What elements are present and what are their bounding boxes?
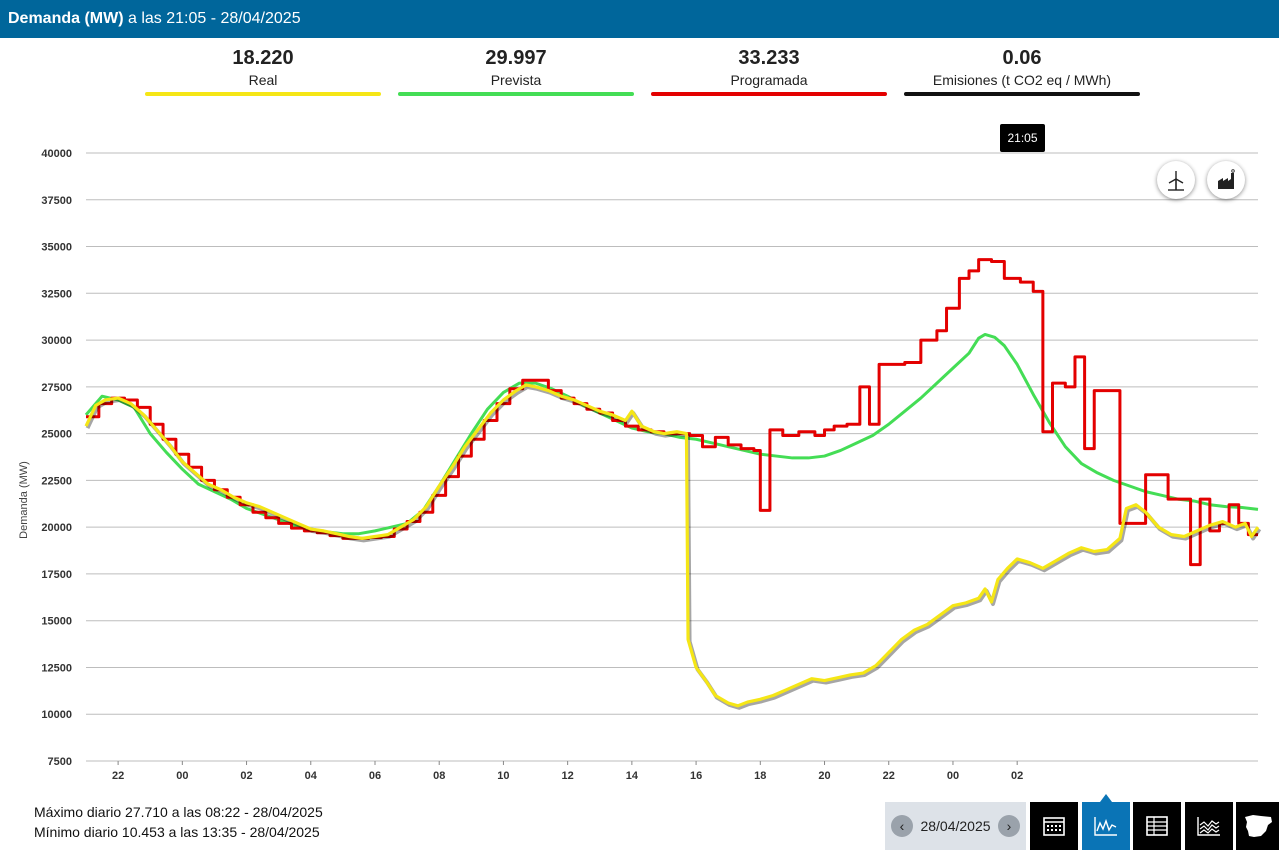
x-tick-label: 14 [626, 770, 639, 782]
metric-label: Prevista [490, 72, 542, 88]
area-chart-button[interactable] [1185, 802, 1233, 850]
demand-chart[interactable]: 40000 37500 35000 32500 30000 27500 25000 22500… [0, 100, 1279, 790]
metric-value: 33.233 [738, 47, 800, 69]
table-view-button[interactable] [1133, 802, 1181, 850]
y-tick-label: 15000 [41, 616, 72, 628]
x-tick-label: 12 [562, 770, 574, 782]
daily-stats: Máximo diario 27.710 a las 08:22 - 28/04… [34, 802, 323, 842]
x-tick-label: 10 [497, 770, 509, 782]
table-icon [1146, 816, 1168, 836]
x-tick-label: 20 [818, 770, 830, 782]
time-tooltip: 21:05 [1000, 124, 1045, 152]
daily-min: Mínimo diario 10.453 a las 13:35 - 28/04… [34, 824, 320, 840]
y-tick-label: 7500 [48, 756, 72, 768]
factory-filter-button[interactable] [1207, 161, 1245, 199]
x-tick-label: 02 [1011, 770, 1023, 782]
y-tick-label: 35000 [41, 242, 72, 254]
prev-date-button[interactable]: ‹ [891, 815, 913, 837]
x-tick-label: 22 [112, 770, 124, 782]
header-bar: Demanda (MW) a las 21:05 - 28/04/2025 [0, 0, 1279, 38]
series-line-programada [86, 258, 1258, 567]
metric-real[interactable]: 18.220 Real [145, 46, 381, 96]
line-chart-icon [1094, 817, 1117, 836]
metric-label: Emisiones (t CO2 eq / MWh) [932, 72, 1112, 88]
metric-label: Programada [730, 72, 808, 88]
y-tick-label: 20000 [41, 522, 72, 534]
wind-filter-button[interactable] [1157, 161, 1195, 199]
page-title: Demanda (MW) a las 21:05 - 28/04/2025 [8, 10, 301, 27]
calendar-icon [1043, 817, 1065, 836]
x-tick-label: 04 [305, 770, 318, 782]
wind-turbine-icon [1168, 171, 1184, 191]
metric-value: 29.997 [485, 47, 547, 69]
x-tick-label: 02 [240, 770, 252, 782]
metric-prevista[interactable]: 29.997 Prevista [398, 46, 634, 96]
metric-label: Real [248, 72, 278, 88]
y-tick-label: 17500 [41, 569, 72, 581]
date-navigator: ‹ 28/04/2025 › [885, 802, 1026, 850]
series-lines [84, 258, 1262, 710]
y-tick-label: 27500 [41, 382, 72, 394]
daily-max: Máximo diario 27.710 a las 08:22 - 28/04… [34, 804, 323, 820]
y-tick-label: 37500 [41, 195, 72, 207]
metric-programada[interactable]: 33.233 Programada [651, 46, 887, 96]
date-display[interactable]: 28/04/2025 [920, 818, 990, 834]
factory-icon [1218, 169, 1235, 189]
line-chart-button[interactable] [1082, 794, 1130, 850]
y-tick-label: 12500 [41, 662, 72, 674]
next-date-button[interactable]: › [997, 815, 1020, 837]
metric-emisiones[interactable]: 0.06 Emisiones (t CO2 eq / MWh) [904, 46, 1140, 96]
x-axis-ticks: 22 00 02 04 06 08 10 12 14 16 18 20 22 00 02 [112, 761, 1023, 782]
y-tick-label: 40000 [41, 148, 72, 160]
legend-bar-emisiones [904, 92, 1140, 96]
y-tick-label: 30000 [41, 335, 72, 347]
x-tick-label: 18 [754, 770, 766, 782]
metric-value: 18.220 [232, 47, 294, 69]
y-tick-label: 10000 [41, 709, 72, 721]
x-tick-label: 00 [176, 770, 188, 782]
calendar-button[interactable] [1030, 802, 1078, 850]
legend-bar-prevista [398, 92, 634, 96]
x-tick-label: 08 [433, 770, 445, 782]
y-axis-ticks: 40000 37500 35000 32500 30000 27500 25000 22500… [41, 148, 72, 768]
x-tick-label: 06 [369, 770, 381, 782]
series-line-real [84, 383, 1260, 708]
metric-value: 0.06 [1002, 47, 1042, 69]
x-tick-label: 00 [947, 770, 959, 782]
y-tick-label: 22500 [41, 475, 72, 487]
grid-lines [86, 152, 1258, 762]
map-view-button[interactable] [1236, 802, 1279, 850]
spain-map-icon [1244, 815, 1272, 837]
x-tick-label: 16 [690, 770, 702, 782]
legend-bar-programada [651, 92, 887, 96]
area-chart-icon [1197, 817, 1220, 836]
legend-bar-real [145, 92, 381, 96]
y-tick-label: 32500 [41, 288, 72, 300]
y-tick-label: 25000 [41, 429, 72, 441]
x-tick-label: 22 [883, 770, 895, 782]
y-axis-label: Demanda (MW) [18, 461, 30, 539]
